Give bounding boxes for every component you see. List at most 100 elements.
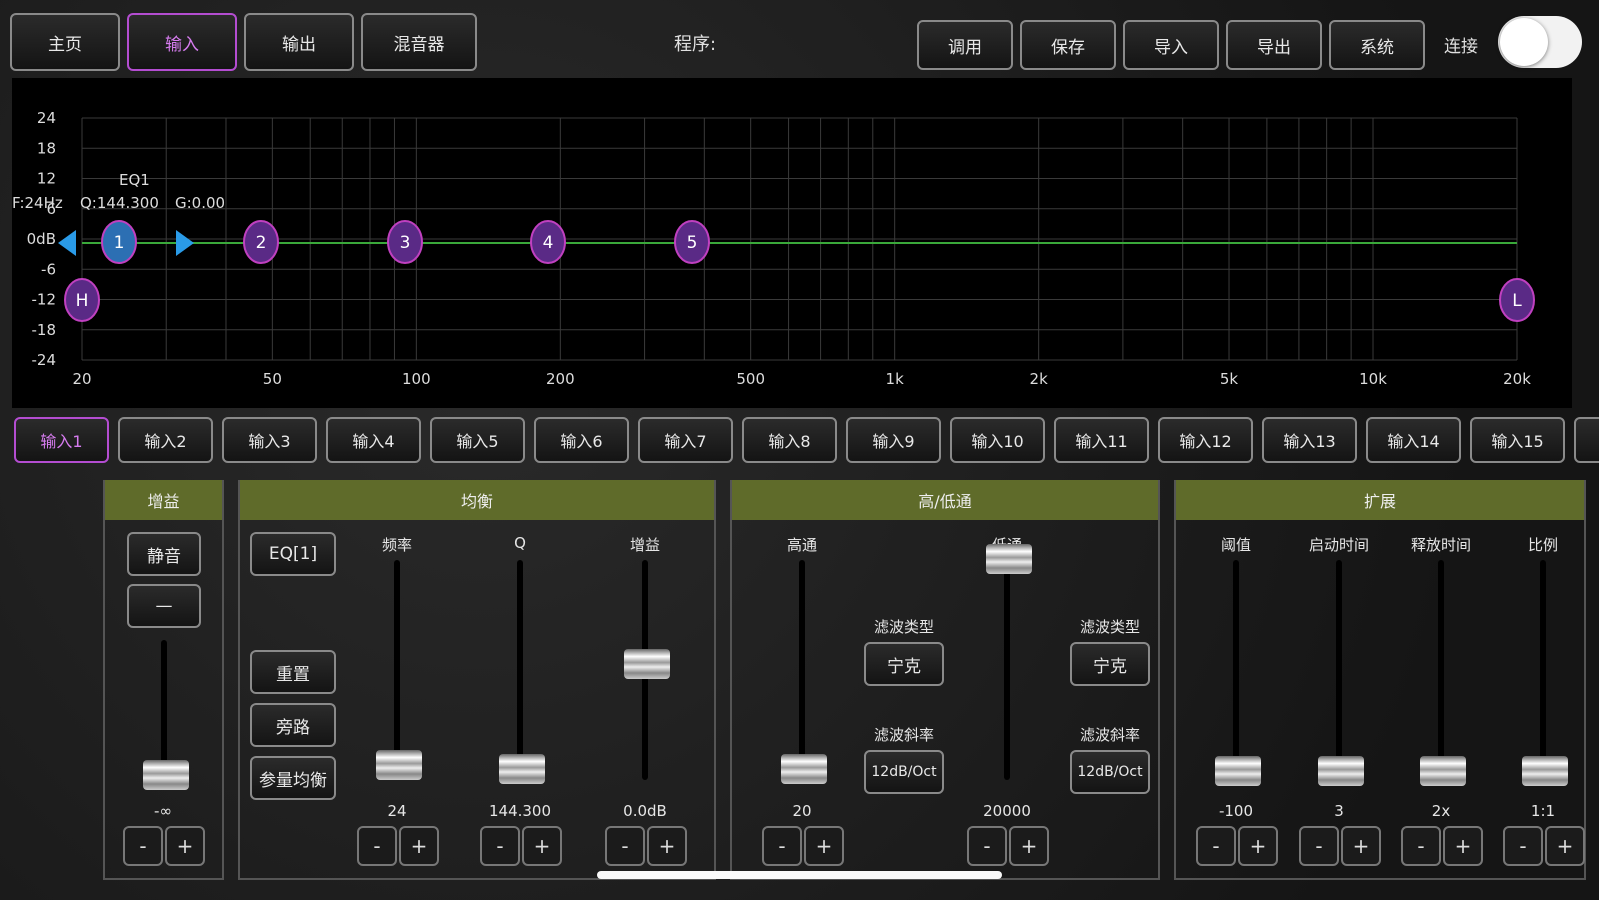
expander-panel-title: 扩展 [1176, 480, 1584, 520]
eq-gain-plus-button[interactable]: + [647, 826, 687, 866]
y-tick-label: -18 [32, 321, 57, 339]
eq-gain-fader-handle[interactable] [624, 649, 670, 679]
mute-button[interactable]: 静音 [127, 532, 201, 576]
expander-threshold-plus-button[interactable]: + [1238, 826, 1278, 866]
eq-freq-label: 频率 [381, 536, 413, 554]
expander-threshold-fader-track[interactable] [1233, 560, 1239, 780]
band-left-arrow-icon[interactable] [58, 230, 76, 256]
channel-tab-5[interactable]: 输入5 [430, 417, 525, 463]
eq-band-node-4-label: 4 [543, 233, 554, 253]
gain-minus-button[interactable]: - [123, 826, 163, 866]
expander-ratio-fader-handle[interactable] [1522, 756, 1568, 786]
hp-slope-button[interactable]: 12dB/Oct [864, 750, 944, 794]
channel-tab-13[interactable]: 输入13 [1262, 417, 1357, 463]
lp-slope-button[interactable]: 12dB/Oct [1070, 750, 1150, 794]
eq-bypass-button[interactable]: 旁路 [250, 703, 336, 747]
channel-tab-overflow[interactable] [1574, 417, 1599, 463]
eq-freq-minus-button[interactable]: - [357, 826, 397, 866]
eq-band-node-2[interactable]: 2 [243, 220, 279, 264]
eq-band-node-1[interactable]: 1 [101, 220, 137, 264]
expander-release-minus-button[interactable]: - [1401, 826, 1441, 866]
recall-button[interactable]: 调用 [917, 20, 1013, 70]
channel-tab-15[interactable]: 输入15 [1470, 417, 1565, 463]
channel-tab-7[interactable]: 输入7 [638, 417, 733, 463]
eq-freq-plus-button[interactable]: + [399, 826, 439, 866]
channel-tab-11[interactable]: 输入11 [1054, 417, 1149, 463]
channel-tab-2[interactable]: 输入2 [118, 417, 213, 463]
eq-freq-fader-handle[interactable] [376, 749, 422, 780]
eq-q-fader-handle[interactable] [499, 754, 545, 784]
channel-tab-3[interactable]: 输入3 [222, 417, 317, 463]
y-tick-label: -24 [32, 351, 57, 369]
lp-minus-button[interactable]: - [967, 826, 1007, 866]
hp-fader-track[interactable] [799, 560, 805, 780]
eq-band-select-button[interactable]: EQ[1] [250, 532, 336, 576]
gain-fader-handle[interactable] [143, 760, 189, 790]
eq-graph[interactable]: 24 18 12 6 0dB -6 -12 -18 -24 20 50 100 200 500 1k 2k 5… [12, 78, 1572, 408]
lp-fader-track[interactable] [1004, 560, 1010, 780]
expander-ratio-plus-button[interactable]: + [1545, 826, 1585, 866]
eq-info-gain: G:0.00 [175, 194, 225, 212]
export-button[interactable]: 导出 [1226, 20, 1322, 70]
parametric-eq-button[interactable]: 参量均衡 [250, 756, 336, 800]
hp-minus-button[interactable]: - [762, 826, 802, 866]
lp-plus-button[interactable]: + [1009, 826, 1049, 866]
channel-tab-9[interactable]: 输入9 [846, 417, 941, 463]
eq-q-minus-button[interactable]: - [480, 826, 520, 866]
x-tick-label: 500 [736, 370, 765, 388]
phase-button[interactable]: — [127, 584, 201, 628]
lp-fader-handle[interactable] [986, 544, 1032, 574]
expander-ratio-minus-button[interactable]: - [1503, 826, 1543, 866]
hp-filter-type-button[interactable]: 宁克 [864, 642, 944, 686]
expander-ratio-fader-track[interactable] [1540, 560, 1546, 780]
nav-mixer-button[interactable]: 混音器 [361, 13, 477, 71]
expander-release-fader-handle[interactable] [1420, 756, 1466, 786]
band-right-arrow-icon[interactable] [176, 230, 194, 256]
nav-home-button[interactable]: 主页 [10, 13, 120, 71]
x-tick-label: 200 [546, 370, 575, 388]
expander-attack-plus-button[interactable]: + [1341, 826, 1381, 866]
nav-input-button[interactable]: 输入 [127, 13, 237, 71]
eq-band-node-3[interactable]: 3 [387, 220, 423, 264]
highpass-node[interactable]: H [64, 278, 100, 322]
y-tick-label: -6 [41, 260, 56, 278]
channel-tab-14[interactable]: 输入14 [1366, 417, 1461, 463]
expander-panel: 扩展 阈值 -100 - + 启动时间 3 - + 释放时间 2x - + 比例 1:… [1174, 480, 1586, 880]
channel-tab-6[interactable]: 输入6 [534, 417, 629, 463]
eq-reset-button[interactable]: 重置 [250, 650, 336, 694]
expander-release-label: 释放时间 [1410, 536, 1472, 554]
expander-attack-fader-track[interactable] [1336, 560, 1342, 780]
nav-output-button[interactable]: 输出 [244, 13, 354, 71]
hp-fader-handle[interactable] [781, 754, 827, 784]
program-label: 程序: [674, 34, 717, 55]
channel-tab-4[interactable]: 输入4 [326, 417, 421, 463]
link-toggle[interactable] [1498, 16, 1582, 68]
lp-filter-type-button[interactable]: 宁克 [1070, 642, 1150, 686]
expander-threshold-minus-button[interactable]: - [1196, 826, 1236, 866]
y-tick-label: 12 [37, 170, 56, 188]
expander-attack-minus-button[interactable]: - [1299, 826, 1339, 866]
expander-threshold-fader-handle[interactable] [1215, 756, 1261, 786]
expander-attack-fader-handle[interactable] [1318, 756, 1364, 786]
x-tick-label: 1k [886, 370, 905, 388]
eq-freq-fader-track[interactable] [394, 560, 400, 780]
expander-release-plus-button[interactable]: + [1443, 826, 1483, 866]
gain-plus-button[interactable]: + [165, 826, 205, 866]
channel-tab-1[interactable]: 输入1 [14, 417, 109, 463]
eq-q-fader-track[interactable] [517, 560, 523, 780]
system-button[interactable]: 系统 [1329, 20, 1425, 70]
hp-plus-button[interactable]: + [804, 826, 844, 866]
filter-panel: 高/低通 高通 20 - + 滤波类型 宁克 滤波斜率 12dB/Oct 低通 … [730, 480, 1160, 880]
channel-tab-12[interactable]: 输入12 [1158, 417, 1253, 463]
eq-band-node-5[interactable]: 5 [674, 220, 710, 264]
expander-release-fader-track[interactable] [1438, 560, 1444, 780]
channel-tab-10[interactable]: 输入10 [950, 417, 1045, 463]
lowpass-node[interactable]: L [1499, 278, 1535, 322]
save-button[interactable]: 保存 [1020, 20, 1116, 70]
y-tick-label: 24 [37, 109, 56, 127]
eq-q-plus-button[interactable]: + [522, 826, 562, 866]
channel-tab-8[interactable]: 输入8 [742, 417, 837, 463]
eq-gain-minus-button[interactable]: - [605, 826, 645, 866]
import-button[interactable]: 导入 [1123, 20, 1219, 70]
eq-band-node-4[interactable]: 4 [530, 220, 566, 264]
